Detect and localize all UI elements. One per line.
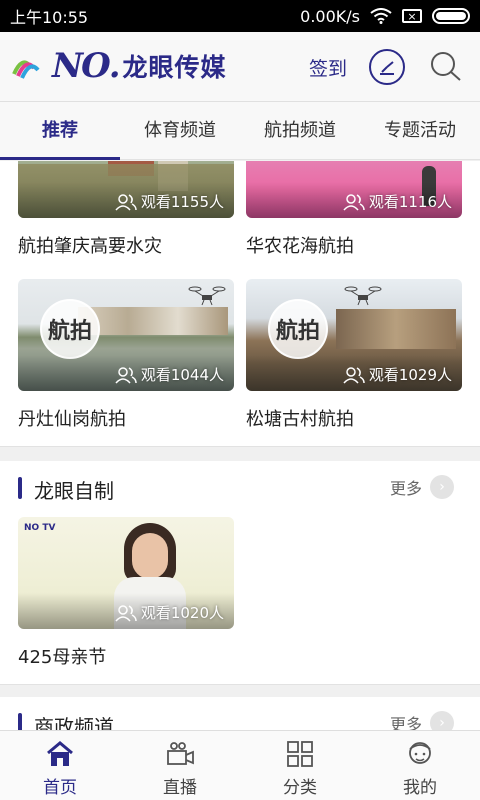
app-header: NO . 龙眼传媒 签到 [0,32,480,102]
history-clock-icon[interactable] [369,49,405,85]
thumb-village [336,309,456,349]
nav-live[interactable]: 直播 [120,731,240,800]
chevron-right-icon: › [430,711,454,730]
nav-profile[interactable]: 我的 [360,731,480,800]
video-card[interactable]: 航拍 观看1044人 丹灶仙岗航拍 [18,279,234,431]
drone-icon [188,286,226,306]
status-bar: 上午10:55 0.00K/s × [0,0,480,32]
status-time: 上午10:55 [10,8,89,27]
section-accent-bar [18,713,22,730]
video-title[interactable]: 航拍肇庆高要水灾 [18,232,234,258]
video-title[interactable]: 华农花海航拍 [246,232,462,258]
thumb-face [132,533,168,579]
chevron-right-icon: › [430,475,454,499]
thumb-village [78,307,228,335]
video-thumbnail[interactable]: 观看1116人 [246,161,462,218]
video-card[interactable]: NO TV 观看1020人 425母亲节 [18,517,234,669]
nav-home[interactable]: 首页 [0,731,120,800]
video-card[interactable]: 災 观看1155人 航拍肇庆高要水灾 [18,161,234,258]
aerial-badge: 航拍 [268,299,328,359]
logo-text: 龙眼传媒 [122,53,227,82]
content-scroll[interactable]: 災 观看1155人 航拍肇庆高要水灾 观看1116人 华农花海航拍 [0,161,480,730]
shangzheng-section: 商政频道 更多 › [0,697,480,730]
video-card[interactable]: 航拍 观看1029人 松塘古村航拍 [246,279,462,431]
tab-aerial[interactable]: 航拍频道 [240,102,360,159]
viewers-icon [343,193,365,211]
grid-icon [287,741,313,767]
video-thumbnail[interactable]: 災 观看1155人 [18,161,234,218]
section-title: 商政频道 [34,715,114,730]
view-count: 观看1020人 [115,602,224,623]
video-title[interactable]: 丹灶仙岗航拍 [18,405,234,431]
section-header: 龙眼自制 更多 › [0,461,480,517]
home-icon [47,741,73,766]
viewers-icon [115,193,137,211]
network-speed: 0.00K/s [300,6,360,26]
tab-sports[interactable]: 体育频道 [120,102,240,159]
signin-button[interactable]: 签到 [309,54,347,81]
battery-icon [432,8,470,24]
more-button[interactable]: 更多 › [390,475,454,499]
tab-topics[interactable]: 专题活动 [360,102,480,159]
search-icon[interactable] [428,49,464,85]
more-button[interactable]: 更多 › [390,711,454,730]
view-count: 观看1044人 [115,364,224,385]
viewers-icon [115,366,137,384]
logo-mark: NO [52,46,111,86]
no-sim-icon: × [402,9,422,23]
wifi-icon [370,8,392,24]
status-right: 0.00K/s × [300,7,470,26]
bottom-nav: 首页 直播 分类 我的 [0,730,480,800]
notv-logo: NO TV [24,523,56,533]
video-thumbnail[interactable]: NO TV 观看1020人 [18,517,234,629]
app-logo: NO . 龙眼传媒 [12,44,227,88]
channel-tabs: 推荐 体育频道 航拍频道 专题活动 [0,102,480,160]
view-count: 观看1029人 [343,364,452,385]
profile-icon [409,742,431,764]
nav-category[interactable]: 分类 [240,731,360,800]
section-title: 龙眼自制 [34,479,114,503]
video-thumbnail[interactable]: 航拍 观看1044人 [18,279,234,391]
drone-icon [344,286,382,306]
video-thumbnail[interactable]: 航拍 观看1029人 [246,279,462,391]
tab-recommend[interactable]: 推荐 [0,102,120,160]
section-accent-bar [18,477,22,499]
camera-icon [167,742,194,765]
recommend-section: 災 观看1155人 航拍肇庆高要水灾 观看1116人 华农花海航拍 [0,161,480,447]
logo-dot: . [108,46,121,86]
video-title[interactable]: 松塘古村航拍 [246,405,462,431]
viewers-icon [115,604,137,622]
section-header: 商政频道 更多 › [0,697,480,730]
view-count: 观看1116人 [343,191,452,212]
view-count: 观看1155人 [115,191,224,212]
video-card[interactable]: 观看1116人 华农花海航拍 [246,161,462,258]
logo-swoosh-icon [12,60,40,79]
viewers-icon [343,366,365,384]
longyan-section: 龙眼自制 更多 › NO TV 观看1020人 425母亲节 [0,461,480,685]
aerial-badge: 航拍 [40,299,100,359]
video-title[interactable]: 425母亲节 [18,643,234,669]
